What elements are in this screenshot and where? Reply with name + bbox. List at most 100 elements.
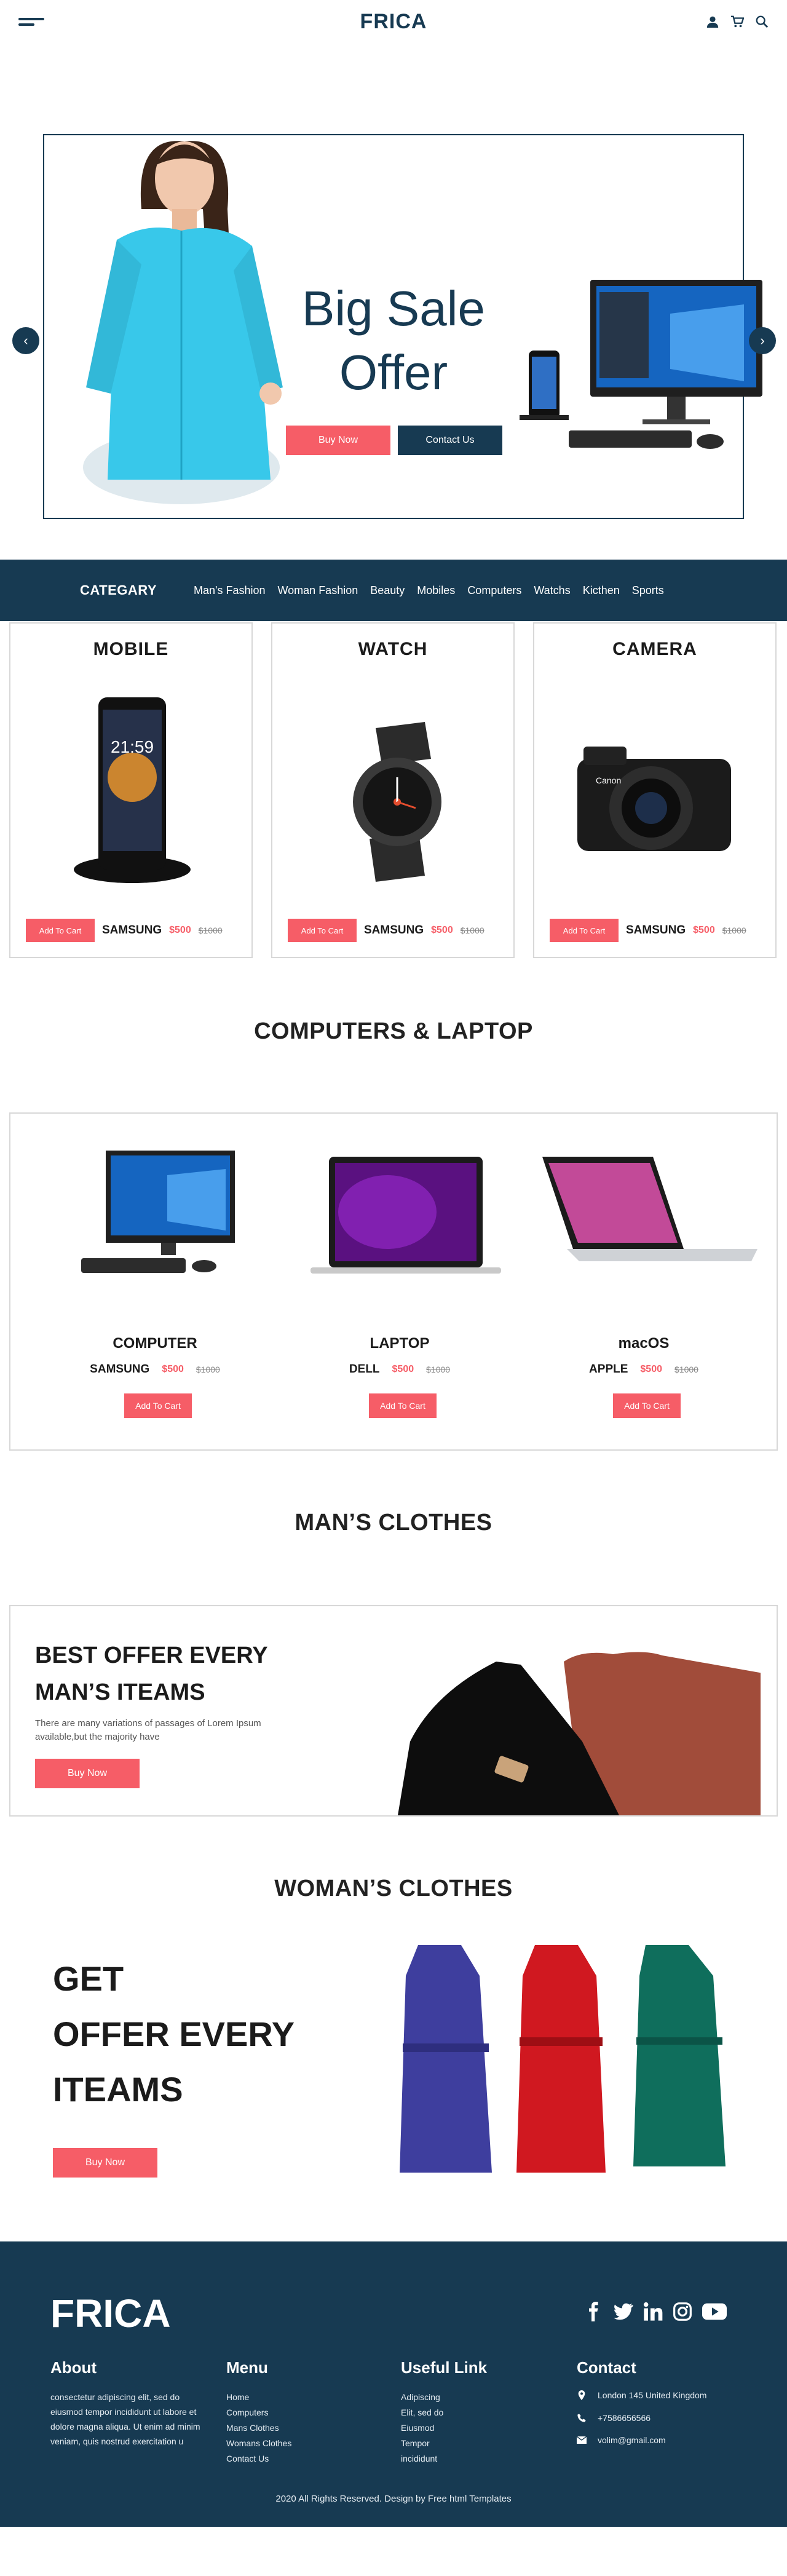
product-footer: Add To Cart SAMSUNG $500 $1000 (26, 919, 223, 942)
footer-about-text: consectetur adipiscing elit, sed do eius… (50, 2392, 200, 2446)
email-icon (577, 2436, 587, 2444)
category-link-beauty[interactable]: Beauty (370, 584, 405, 597)
laptop-price: $500 (392, 1364, 414, 1374)
product-brand: SAMSUNG (102, 924, 162, 937)
add-to-cart-button[interactable]: Add To Cart (124, 1393, 192, 1418)
contact-us-button[interactable]: Contact Us (398, 426, 502, 455)
search-icon[interactable] (755, 15, 769, 28)
svg-text:Canon: Canon (596, 775, 621, 785)
product-price: $500 (169, 925, 191, 935)
computer-item: COMPUTER SAMSUNG $500 $1000 Add To Cart (63, 1114, 247, 1452)
mens-offer-description: There are many variations of passages of… (35, 1718, 261, 1742)
contact-address: London 145 United Kingdom (598, 2390, 707, 2400)
product-title: WATCH (358, 639, 428, 659)
buy-now-button[interactable]: Buy Now (286, 426, 390, 455)
category-link-sports[interactable]: Sports (632, 584, 664, 597)
product-brand: SAMSUNG (626, 924, 686, 937)
product-old-price: $1000 (722, 925, 746, 935)
facebook-icon[interactable] (584, 2302, 604, 2321)
macos-name: macOS (618, 1335, 670, 1352)
brand-logo[interactable]: FRICA (360, 10, 427, 34)
linkedin-icon[interactable] (643, 2302, 663, 2321)
laptop-image (310, 1157, 501, 1274)
slider-next-button[interactable]: › (749, 327, 776, 354)
category-link-mans-fashion[interactable]: Man's Fashion (194, 584, 266, 597)
hero-title: Big Sale Offer (289, 277, 498, 405)
user-icon[interactable] (706, 15, 719, 28)
footer-useful-link[interactable]: Eiusmod (401, 2420, 487, 2436)
menu-icon[interactable] (18, 15, 44, 29)
contact-address-row: London 145 United Kingdom (577, 2390, 706, 2401)
instagram-icon[interactable] (673, 2302, 692, 2321)
footer-contact: Contact London 145 United Kingdom +75866… (577, 2358, 706, 2457)
macos-old-price: $1000 (674, 1365, 698, 1374)
footer-link-mans-clothes[interactable]: Mans Clothes (226, 2420, 291, 2436)
add-to-cart-button[interactable]: Add To Cart (369, 1393, 437, 1418)
buy-now-button[interactable]: Buy Now (53, 2148, 157, 2178)
footer-contact-title: Contact (577, 2358, 636, 2377)
product-brand: SAMSUNG (364, 924, 424, 937)
category-link-kicthen[interactable]: Kicthen (583, 584, 620, 597)
footer-useful-link[interactable]: Tempor (401, 2436, 487, 2451)
macbook-image (542, 1157, 757, 1261)
phone-icon (577, 2414, 586, 2422)
laptop-item: LAPTOP DELL $500 $1000 Add To Cart (307, 1114, 501, 1452)
youtube-icon[interactable] (702, 2302, 727, 2321)
category-link-watchs[interactable]: Watchs (534, 584, 570, 597)
mens-heading-line2: MAN’S ITEAMS (35, 1679, 205, 1705)
mens-heading-line1: BEST OFFER EVERY (35, 1643, 268, 1668)
hero-title-line1: Big Sale (302, 281, 485, 336)
add-to-cart-button[interactable]: Add To Cart (613, 1393, 681, 1418)
computer-price-line: SAMSUNG $500 $1000 (63, 1363, 247, 1376)
computers-section-title: COMPUTERS & LAPTOP (254, 1018, 533, 1044)
twitter-icon[interactable] (614, 2302, 633, 2321)
womens-heading-line2: OFFER EVERY (53, 2015, 295, 2053)
footer-link-home[interactable]: Home (226, 2390, 291, 2405)
computer-name: COMPUTER (113, 1335, 197, 1352)
footer-menu: Menu Home Computers Mans Clothes Womans … (226, 2358, 291, 2467)
womens-offer-banner: GET OFFER EVERY ITEAMS Buy Now (0, 1927, 787, 2197)
add-to-cart-button[interactable]: Add To Cart (550, 919, 619, 942)
site-footer: FRICA About consectetur adipiscing elit,… (0, 2241, 787, 2527)
footer-link-contact-us[interactable]: Contact Us (226, 2451, 291, 2467)
category-link-mobiles[interactable]: Mobiles (417, 584, 455, 597)
chevron-left-icon: ‹ (23, 333, 28, 348)
product-card-camera: CAMERA Canon Add To Cart SAMSUNG $500 $1… (533, 622, 777, 958)
footer-useful-link[interactable]: Adipiscing (401, 2390, 487, 2405)
hero-buttons: Buy Now Contact Us (286, 426, 502, 455)
mobile-image: 21:59 (74, 697, 191, 883)
product-price: $500 (431, 925, 453, 935)
product-card-watch: WATCH Add To Cart SAMSUNG $500 $1000 (271, 622, 515, 958)
contact-phone-row: +7586656566 (577, 2413, 706, 2423)
product-price: $500 (693, 925, 715, 935)
category-link-computers[interactable]: Computers (467, 584, 521, 597)
footer-useful-link[interactable]: incididunt (401, 2451, 487, 2467)
svg-text:21:59: 21:59 (111, 737, 154, 756)
category-bar: CATEGARY Man's Fashion Woman Fashion Bea… (0, 560, 787, 621)
add-to-cart-button[interactable]: Add To Cart (288, 919, 357, 942)
womens-section-title: WOMAN’S CLOTHES (274, 1876, 513, 1901)
footer-useful-links: Useful Link Adipiscing Elit, sed do Eius… (401, 2358, 487, 2467)
mens-offer-banner: BEST OFFER EVERY MAN’S ITEAMS There are … (9, 1605, 778, 1817)
category-link-woman-fashion[interactable]: Woman Fashion (278, 584, 358, 597)
macos-brand: APPLE (589, 1363, 628, 1376)
hero-title-line2: Offer (339, 345, 448, 400)
location-pin-icon (578, 2390, 585, 2400)
category-title: CATEGARY (80, 582, 157, 598)
add-to-cart-button[interactable]: Add To Cart (26, 919, 95, 942)
footer-link-womans-clothes[interactable]: Womans Clothes (226, 2436, 291, 2451)
footer-menu-title: Menu (226, 2358, 268, 2377)
computer-image (81, 1151, 235, 1273)
cart-icon[interactable] (730, 15, 744, 28)
contact-phone: +7586656566 (598, 2413, 651, 2423)
contact-email[interactable]: volim@gmail.com (598, 2435, 666, 2445)
buy-now-button[interactable]: Buy Now (35, 1759, 140, 1788)
footer-link-computers[interactable]: Computers (226, 2405, 291, 2420)
slider-prev-button[interactable]: ‹ (12, 327, 39, 354)
chevron-right-icon: › (760, 333, 765, 348)
womens-coats-image (400, 1945, 726, 2173)
footer-useful-link[interactable]: Elit, sed do (401, 2405, 487, 2420)
